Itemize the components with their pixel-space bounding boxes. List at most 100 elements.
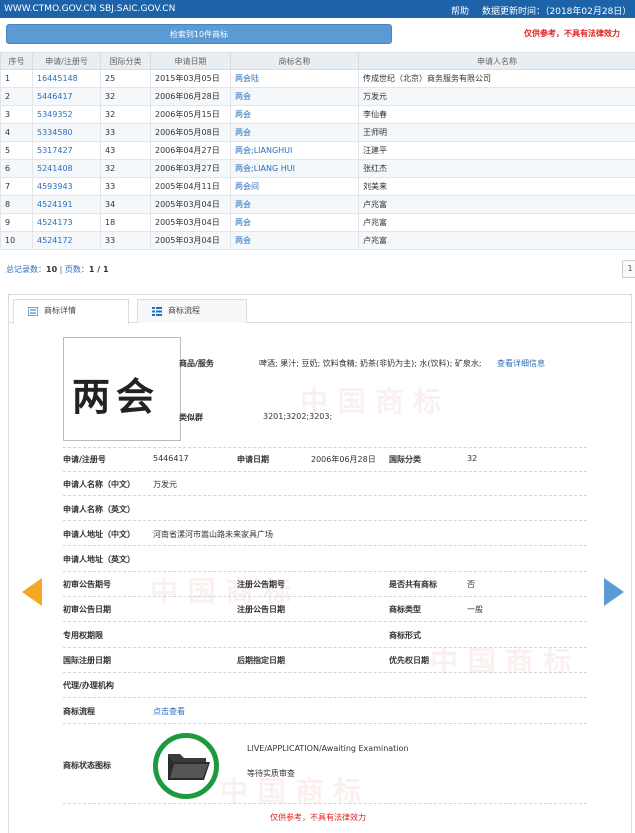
reg-no-value: 5446417: [153, 454, 189, 463]
cell-apply-date: 2006年06月28日: [150, 87, 231, 106]
col-header-apply-date: 申请日期: [150, 52, 231, 70]
cell-tm-name[interactable]: 两会: [230, 123, 359, 142]
cell-tm-name[interactable]: 两会: [230, 195, 359, 214]
tab-label: 商标流程: [168, 306, 200, 315]
priority-date-label: 优先权日期: [389, 656, 429, 665]
reg-pub-no-label: 注册公告期号: [237, 580, 285, 589]
table-row[interactable]: 7 4593943 33 2005年04月11日 两会间 刘美来: [0, 177, 635, 196]
page-1-button[interactable]: 1: [622, 260, 635, 278]
table-row[interactable]: 8 4524191 34 2005年03月04日 两会 卢兆富: [0, 195, 635, 214]
cell-applicant: 万发元: [358, 87, 635, 106]
prelim-date-label: 初审公告日期: [63, 605, 111, 614]
cell-index: 3: [0, 105, 33, 124]
cell-applicant: 刘美来: [358, 177, 635, 196]
cell-index: 10: [0, 231, 33, 250]
cell-applicant: 汪建平: [358, 141, 635, 160]
cell-tm-name[interactable]: 两会: [230, 105, 359, 124]
agency-label: 代理/办理机构: [63, 681, 114, 690]
data-update-time: 数据更新时间：（2018年02月28日）: [482, 7, 632, 17]
status-icon-label: 商标状态图标: [63, 761, 111, 770]
goods-value: 啤酒; 果汁; 豆奶; 饮料食精; 奶茶(非奶为主); 水(饮料); 矿泉水;: [259, 359, 482, 368]
cell-intl-class: 18: [100, 213, 151, 232]
table-row[interactable]: 4 5334580 33 2006年05月08日 两会 王师明: [0, 123, 635, 142]
cell-reg-no[interactable]: 16445148: [32, 69, 101, 88]
applicant-cn-label: 申请人名称（中文）: [63, 480, 135, 489]
cell-reg-no[interactable]: 4524173: [32, 213, 101, 232]
divider: [63, 672, 587, 673]
table-row[interactable]: 6 5241408 32 2006年03月27日 两会;LIANG HUI 张红杰: [0, 159, 635, 178]
cell-index: 9: [0, 213, 33, 232]
divider: [63, 723, 587, 724]
cell-tm-name[interactable]: 两会: [230, 231, 359, 250]
divider: [63, 697, 587, 698]
cell-intl-class: 32: [100, 159, 151, 178]
cell-reg-no[interactable]: 4524191: [32, 195, 101, 214]
prev-arrow-icon[interactable]: [22, 578, 42, 606]
cell-reg-no[interactable]: 5349352: [32, 105, 101, 124]
cell-applicant: 卢兆富: [358, 231, 635, 250]
goods-label: 商品/服务: [179, 359, 214, 368]
cell-apply-date: 2006年04月27日: [150, 141, 231, 160]
address-en-label: 申请人地址（英文）: [63, 555, 135, 564]
cell-reg-no[interactable]: 4524172: [32, 231, 101, 250]
cell-reg-no[interactable]: 5317427: [32, 141, 101, 160]
cell-tm-name[interactable]: 两会: [230, 87, 359, 106]
tab-trademark-flow[interactable]: 商标流程: [137, 299, 247, 323]
cell-index: 1: [0, 69, 33, 88]
cell-intl-class: 33: [100, 231, 151, 250]
site-domains: WWW.CTMO.GOV.CN SBJ.SAIC.GOV.CN: [4, 4, 176, 14]
results-table: 序号 申请/注册号 国际分类 申请日期 商标名称 申请人名称 1 16445148…: [0, 52, 635, 250]
cell-applicant: 张红杰: [358, 159, 635, 178]
pager-sep: |: [57, 265, 65, 274]
cell-apply-date: 2005年04月11日: [150, 177, 231, 196]
cell-apply-date: 2005年03月04日: [150, 195, 231, 214]
table-row[interactable]: 2 5446417 32 2006年06月28日 两会 万发元: [0, 87, 635, 106]
table-row[interactable]: 3 5349352 32 2006年05月15日 两会 李仙春: [0, 105, 635, 124]
col-header-intl-class: 国际分类: [100, 52, 151, 70]
help-link[interactable]: 帮助: [451, 4, 469, 17]
cell-intl-class: 32: [100, 105, 151, 124]
trademark-detail-panel: 商标详情 商标流程 两会 商品/服务 啤酒; 果汁; 豆奶; 饮料食精; 奶茶(…: [8, 294, 632, 833]
pages-label: 页数：: [64, 265, 89, 274]
next-arrow-icon[interactable]: [604, 578, 624, 606]
col-header-index: 序号: [0, 52, 33, 70]
similar-group-value: 3201;3202;3203;: [263, 412, 333, 421]
exclusive-period-label: 专用权期限: [63, 631, 103, 640]
cell-apply-date: 2015年03月05日: [150, 69, 231, 88]
cell-tm-name[interactable]: 两会;LIANG HUI: [230, 159, 359, 178]
table-row[interactable]: 1 16445148 25 2015年03月05日 两会陆 传成世纪（北京）商务服务有限公…: [0, 69, 635, 88]
total-records: 10: [46, 265, 58, 274]
cell-index: 2: [0, 87, 33, 106]
address-cn-label: 申请人地址（中文）: [63, 530, 135, 539]
divider: [63, 621, 587, 622]
cell-tm-name[interactable]: 两会陆: [230, 69, 359, 88]
view-detail-link[interactable]: 查看详细信息: [497, 358, 545, 369]
top-bar: WWW.CTMO.GOV.CN SBJ.SAIC.GOV.CN 帮助 数据更新时…: [0, 0, 635, 18]
cell-reg-no[interactable]: 5446417: [32, 87, 101, 106]
cell-reg-no[interactable]: 4593943: [32, 177, 101, 196]
status-cn: 等待实质审查: [247, 769, 295, 778]
intl-reg-date-label: 国际注册日期: [63, 656, 111, 665]
apply-date-value: 2006年06月28日: [311, 455, 376, 464]
tm-form-label: 商标形式: [389, 631, 421, 640]
trademark-logo-text: 两会: [72, 374, 161, 419]
cell-tm-name[interactable]: 两会间: [230, 177, 359, 196]
table-row[interactable]: 5 5317427 43 2006年04月27日 两会;LIANGHUI 汪建平: [0, 141, 635, 160]
table-row[interactable]: 9 4524173 18 2005年03月04日 两会 卢兆富: [0, 213, 635, 232]
intl-class-value: 32: [467, 454, 478, 463]
divider: [63, 495, 587, 496]
apply-date-label: 申请日期: [237, 455, 269, 464]
tm-type-value: 一般: [467, 605, 483, 614]
divider: [63, 520, 587, 521]
cell-intl-class: 43: [100, 141, 151, 160]
process-view-link[interactable]: 点击查看: [153, 706, 185, 717]
table-row[interactable]: 10 4524172 33 2005年03月04日 两会 卢兆富: [0, 231, 635, 250]
search-result-count-bar: 检索到10件商标: [6, 24, 392, 44]
disclaimer-bottom: 仅供参考，不具有法律效力: [270, 813, 366, 822]
cell-reg-no[interactable]: 5334580: [32, 123, 101, 142]
divider: [63, 571, 587, 572]
cell-reg-no[interactable]: 5241408: [32, 159, 101, 178]
tab-trademark-detail[interactable]: 商标详情: [13, 299, 129, 324]
cell-tm-name[interactable]: 两会: [230, 213, 359, 232]
cell-tm-name[interactable]: 两会;LIANGHUI: [230, 141, 359, 160]
